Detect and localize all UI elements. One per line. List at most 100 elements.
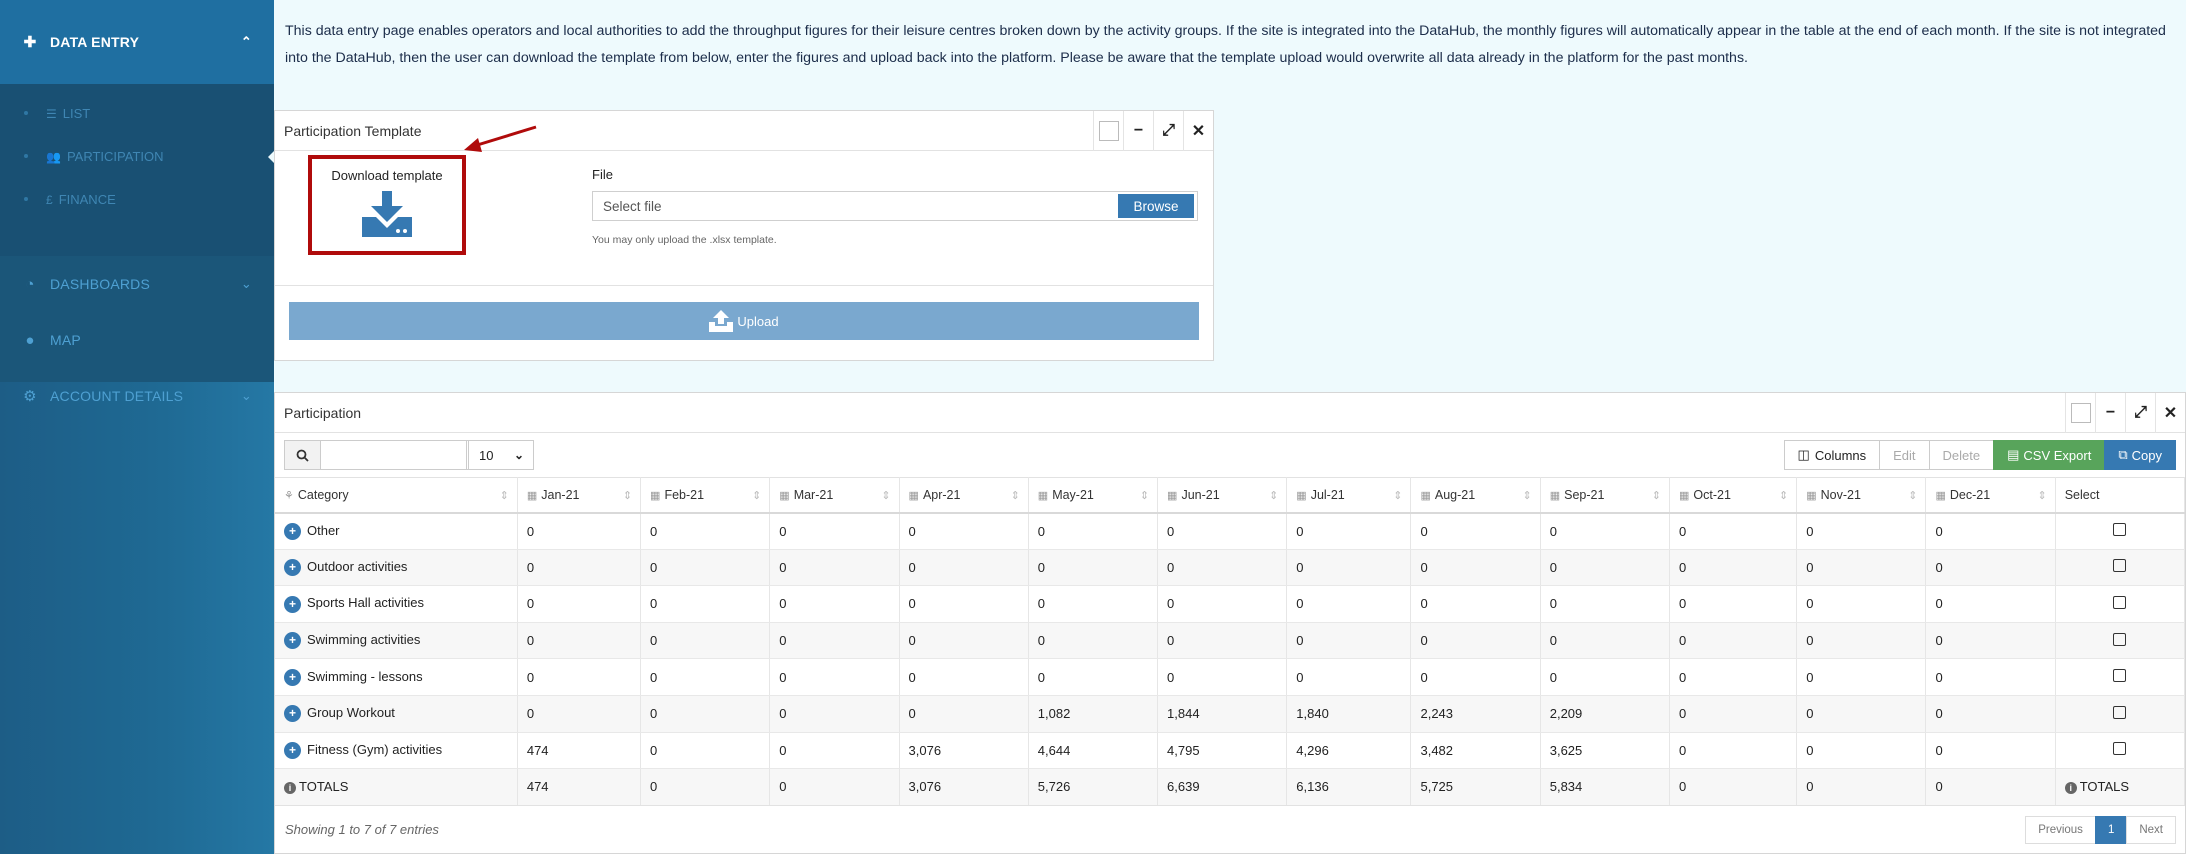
value-cell[interactable]: 0 (899, 658, 1029, 696)
value-cell[interactable]: 0 (1157, 622, 1288, 660)
sort-icon[interactable]: ⇕ (1269, 489, 1278, 502)
search-input[interactable] (284, 440, 469, 470)
sort-icon[interactable]: ⇕ (1652, 489, 1661, 502)
value-cell[interactable]: 0 (769, 732, 900, 770)
column-header[interactable]: ⚘ Category ⇕ (275, 477, 518, 514)
column-header[interactable]: ▦ Oct-21 ⇕ (1669, 477, 1798, 514)
column-header[interactable]: ▦ Jul-21 ⇕ (1286, 477, 1412, 514)
value-cell[interactable]: 1,840 (1286, 695, 1412, 733)
value-cell[interactable]: 4,795 (1157, 732, 1288, 770)
value-cell[interactable]: 0 (1410, 658, 1541, 696)
value-cell[interactable]: 0 (1157, 658, 1288, 696)
value-cell[interactable]: 0 (1669, 658, 1798, 696)
value-cell[interactable]: 0 (1540, 658, 1670, 696)
value-cell[interactable]: 0 (1286, 549, 1412, 587)
value-cell[interactable]: 0 (1925, 622, 2056, 660)
value-cell[interactable]: 0 (769, 658, 900, 696)
value-cell[interactable]: 0 (640, 732, 771, 770)
page-1-button[interactable]: 1 (2094, 816, 2128, 844)
previous-page-button[interactable]: Previous (2025, 816, 2096, 844)
search-icon[interactable] (285, 441, 321, 469)
value-cell[interactable]: 0 (1157, 585, 1288, 623)
value-cell[interactable]: 0 (1669, 585, 1798, 623)
nav-finance[interactable]: £ FINANCE (0, 178, 274, 221)
nav-data-entry[interactable]: ✚ DATA ENTRY ⌃ (0, 0, 274, 84)
value-cell[interactable]: 0 (1286, 512, 1412, 550)
row-select-checkbox[interactable] (2113, 669, 2127, 683)
column-header[interactable]: ▦ Dec-21 ⇕ (1925, 477, 2056, 514)
value-cell[interactable]: 0 (640, 549, 771, 587)
sort-icon[interactable]: ⇕ (2037, 489, 2046, 502)
value-cell[interactable]: 0 (1925, 695, 2056, 733)
value-cell[interactable]: 0 (517, 658, 642, 696)
delete-button[interactable]: Delete (1928, 440, 1995, 470)
value-cell[interactable]: 3,482 (1410, 732, 1541, 770)
value-cell[interactable]: 3,625 (1540, 732, 1670, 770)
column-header[interactable]: Select (2055, 477, 2186, 514)
value-cell[interactable]: 0 (769, 695, 900, 733)
value-cell[interactable]: 0 (1286, 658, 1412, 696)
copy-button[interactable]: ⧉ Copy (2104, 440, 2176, 470)
value-cell[interactable]: 0 (517, 695, 642, 733)
value-cell[interactable]: 0 (769, 622, 900, 660)
value-cell[interactable]: 1,082 (1028, 695, 1159, 733)
value-cell[interactable]: 2,209 (1540, 695, 1670, 733)
sort-icon[interactable]: ⇕ (752, 489, 761, 502)
value-cell[interactable]: 0 (517, 585, 642, 623)
value-cell[interactable]: 0 (1796, 585, 1927, 623)
value-cell[interactable]: 0 (1540, 622, 1670, 660)
sort-icon[interactable]: ⇕ (1779, 489, 1788, 502)
value-cell[interactable]: 0 (1925, 512, 2056, 550)
sort-icon[interactable]: ⇕ (881, 489, 890, 502)
expand-icon[interactable]: ⤢ (2125, 393, 2155, 433)
next-page-button[interactable]: Next (2126, 816, 2176, 844)
sort-icon[interactable]: ⇕ (1393, 489, 1402, 502)
expand-row-icon[interactable]: + (284, 522, 301, 540)
value-cell[interactable]: 1,844 (1157, 695, 1288, 733)
edit-button[interactable]: Edit (1879, 440, 1930, 470)
value-cell[interactable]: 0 (517, 622, 642, 660)
value-cell[interactable]: 0 (1028, 512, 1159, 550)
value-cell[interactable]: 0 (1157, 512, 1288, 550)
sort-icon[interactable]: ⇕ (1011, 489, 1020, 502)
value-cell[interactable]: 4,644 (1028, 732, 1159, 770)
nav-participation[interactable]: 👥 PARTICIPATION (0, 135, 276, 178)
value-cell[interactable]: 0 (1540, 512, 1670, 550)
nav-list[interactable]: ☰ LIST (0, 92, 274, 135)
file-input[interactable]: Select file Browse (592, 191, 1198, 221)
value-cell[interactable]: 0 (899, 622, 1029, 660)
minimize-icon[interactable]: − (2095, 393, 2125, 433)
columns-button[interactable]: ◫ Columns (1783, 440, 1881, 470)
value-cell[interactable]: 0 (1669, 549, 1798, 587)
value-cell[interactable]: 0 (1286, 585, 1412, 623)
value-cell[interactable]: 0 (1669, 695, 1798, 733)
column-header[interactable]: ▦ Jun-21 ⇕ (1157, 477, 1288, 514)
value-cell[interactable]: 0 (640, 585, 771, 623)
value-cell[interactable]: 0 (1925, 732, 2056, 770)
column-header[interactable]: ▦ Apr-21 ⇕ (899, 477, 1029, 514)
row-select-checkbox[interactable] (2113, 705, 2127, 719)
value-cell[interactable]: 0 (1028, 549, 1159, 587)
value-cell[interactable]: 0 (1796, 658, 1927, 696)
value-cell[interactable]: 0 (640, 658, 771, 696)
row-select-checkbox[interactable] (2113, 523, 2127, 537)
close-icon[interactable]: ✕ (1183, 111, 1213, 151)
value-cell[interactable]: 0 (769, 585, 900, 623)
expand-row-icon[interactable]: + (284, 558, 301, 576)
value-cell[interactable]: 0 (899, 695, 1029, 733)
browse-button[interactable]: Browse (1118, 194, 1194, 218)
value-cell[interactable]: 0 (1410, 585, 1541, 623)
expand-row-icon[interactable]: + (284, 705, 301, 723)
close-icon[interactable]: ✕ (2155, 393, 2185, 433)
value-cell[interactable]: 0 (769, 512, 900, 550)
value-cell[interactable]: 4,296 (1286, 732, 1412, 770)
value-cell[interactable]: 0 (1028, 622, 1159, 660)
sort-icon[interactable]: ⇕ (1523, 489, 1532, 502)
sort-icon[interactable]: ⇕ (1908, 489, 1917, 502)
nav-map[interactable]: ● MAP (0, 312, 274, 368)
expand-row-icon[interactable]: + (284, 741, 301, 759)
expand-row-icon[interactable]: + (284, 595, 301, 613)
csv-export-button[interactable]: ▤ CSV Export (1993, 440, 2106, 470)
minimize-icon[interactable]: − (1123, 111, 1153, 151)
column-header[interactable]: ▦ Aug-21 ⇕ (1410, 477, 1541, 514)
